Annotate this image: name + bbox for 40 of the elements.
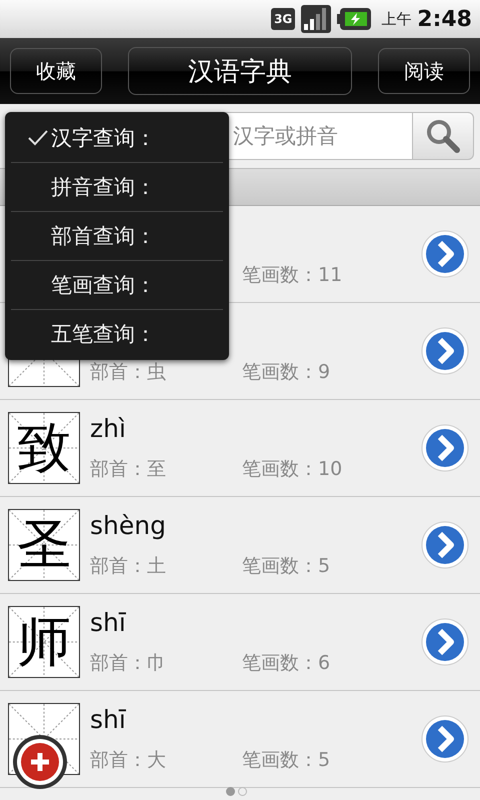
chevron-right-icon[interactable] [420,617,470,667]
stroke-count: 笔画数：5 [242,748,330,773]
menu-item[interactable]: 五笔查询： [11,309,223,358]
menu-item[interactable]: 拼音查询： [11,162,223,211]
read-button[interactable]: 阅读 [378,48,470,94]
search-icon [425,118,461,154]
pinyin-text: shī [90,608,127,638]
chevron-right-icon[interactable] [420,423,470,473]
chevron-right-icon[interactable] [420,714,470,764]
chevron-right-icon[interactable] [420,229,470,279]
character-tile: 师 [8,606,80,678]
app-title: 汉语字典 [128,47,352,95]
pinyin-text: zhì [90,414,127,444]
time-period: 上午 [381,10,412,28]
favorites-button[interactable]: 收藏 [10,48,102,94]
chevron-right-icon[interactable] [420,520,470,570]
battery-charging-icon [337,8,372,30]
character-tile: 致 [8,412,80,484]
menu-item[interactable]: 笔画查询： [11,260,223,309]
radical-text: 部首：土 [90,554,167,579]
stroke-count: 笔画数：10 [242,457,342,482]
menu-item[interactable]: 部首查询： [11,211,223,260]
stroke-count: 笔画数：5 [242,554,330,579]
radical-text: 部首：巾 [90,651,167,676]
chevron-right-icon[interactable] [420,326,470,376]
signal-icon [301,5,332,33]
add-button[interactable] [12,734,68,790]
radical-text: 部首：至 [90,457,167,482]
pinyin-text: shèng [90,511,167,541]
character-tile: 圣 [8,509,80,581]
stroke-count: 笔画数：9 [242,360,330,385]
search-button[interactable] [412,112,474,160]
stroke-count: 笔画数：11 [242,263,342,288]
menu-item[interactable]: 汉字查询： [11,114,223,162]
pinyin-text: shī [90,705,127,735]
clock-time: 2:48 [417,6,472,32]
radical-text: 部首：虫 [90,360,167,385]
network-icon: 3G [271,8,296,30]
stroke-count: 笔画数：6 [242,651,330,676]
radical-text: 部首：大 [90,748,167,773]
